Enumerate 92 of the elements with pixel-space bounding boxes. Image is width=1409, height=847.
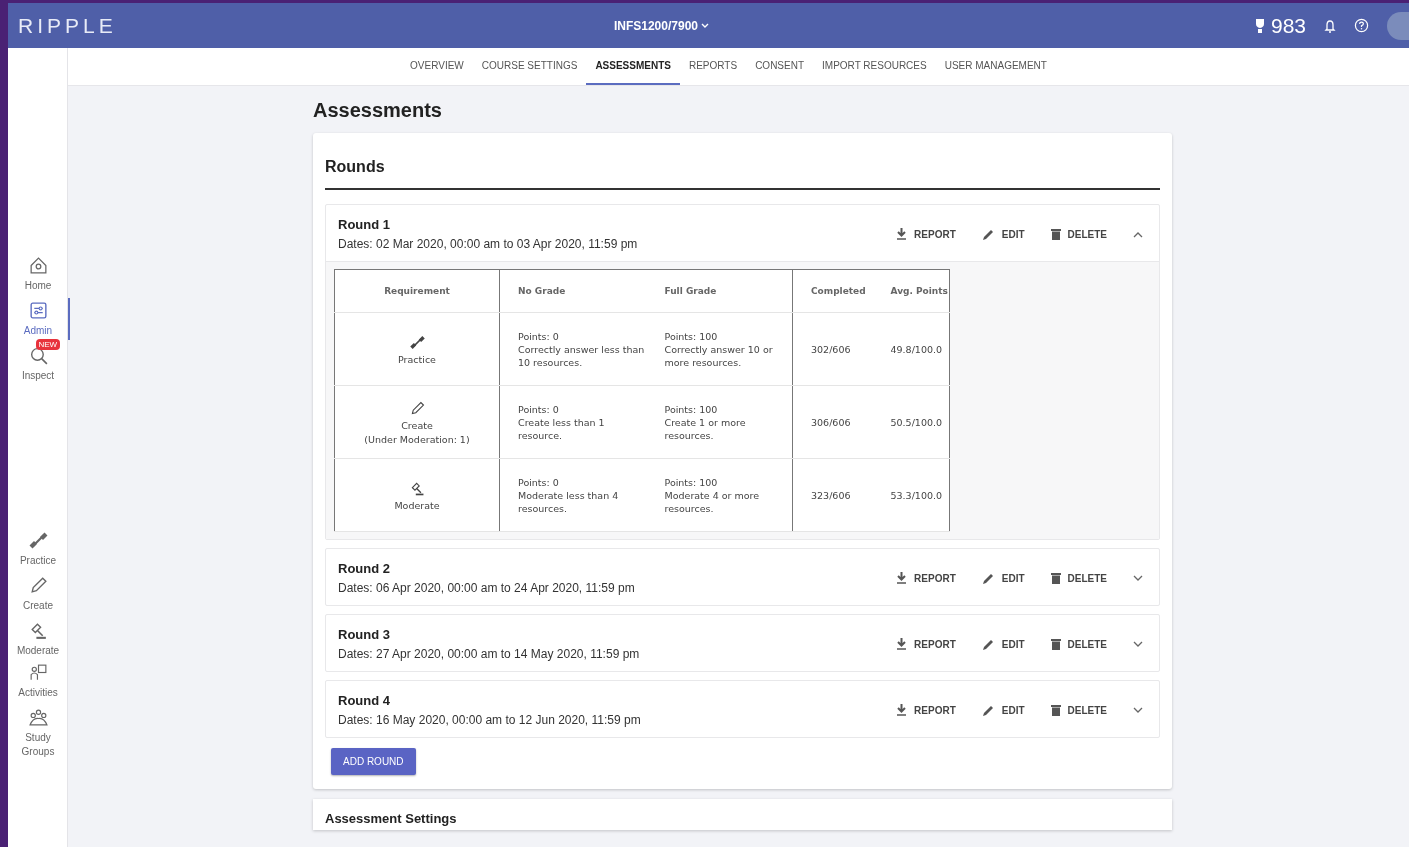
- points-text: Points: 0: [518, 475, 560, 489]
- bell-icon[interactable]: [1324, 18, 1336, 33]
- criteria-text: Create 1 or more resources.: [664, 415, 747, 442]
- table-cell: 49.8/100.0: [890, 343, 943, 355]
- table-cell: 302/606: [811, 343, 851, 355]
- round-title: Round 1: [338, 217, 391, 232]
- people-icon: [27, 707, 49, 728]
- add-round-button[interactable]: ADD ROUND: [331, 748, 416, 775]
- points-text: Points: 0: [518, 329, 560, 343]
- points-count: 983: [1270, 13, 1306, 38]
- column-header: Full Grade: [646, 269, 793, 313]
- column-header: Requirement: [334, 269, 500, 313]
- card-title: Rounds: [325, 158, 1160, 190]
- table-cell: 323/606: [811, 489, 851, 501]
- nav-item[interactable]: Activities: [8, 660, 68, 702]
- chevron-down-icon: [701, 22, 709, 29]
- round-action-button[interactable]: DELETE: [1050, 638, 1107, 650]
- round-title: Round 4: [338, 693, 391, 708]
- trash-icon: [1050, 704, 1061, 716]
- help-icon[interactable]: [1354, 18, 1369, 33]
- nav-tab[interactable]: COURSE SETTINGS: [472, 48, 587, 85]
- round-title: Round 3: [338, 627, 391, 642]
- trophy-icon: [1254, 17, 1265, 34]
- round-action-button[interactable]: DELETE: [1050, 228, 1107, 240]
- card-title: Assessment Settings: [325, 811, 458, 826]
- sliders-icon: [27, 300, 49, 321]
- new-badge: NEW: [35, 339, 61, 350]
- nav-item[interactable]: Create: [8, 573, 68, 615]
- pencil-icon: [981, 703, 995, 717]
- round-dates: Dates: 16 May 2020, 00:00 am to 12 Jun 2020, 11:59 pm: [338, 713, 641, 727]
- nav-tab[interactable]: ASSESSMENTS: [586, 48, 680, 85]
- round-action-button[interactable]: EDIT: [981, 227, 1025, 241]
- nav-item[interactable]: Study Groups: [8, 705, 68, 761]
- criteria-text: Correctly answer less than 10 resources.: [518, 342, 646, 369]
- download-icon: [896, 704, 908, 716]
- nav-tab[interactable]: OVERVIEW: [401, 48, 473, 85]
- requirement-note: (Under Moderation: 1): [364, 433, 470, 445]
- trash-icon: [1050, 228, 1061, 240]
- page-title: Assessments: [313, 99, 443, 122]
- download-icon: [896, 228, 908, 240]
- nav-item[interactable]: Practice: [8, 528, 68, 570]
- round-action-button[interactable]: EDIT: [981, 703, 1025, 717]
- round-action-button[interactable]: REPORT: [896, 704, 956, 716]
- points-text: Points: 100: [664, 475, 719, 489]
- round-action-button[interactable]: EDIT: [981, 637, 1025, 651]
- requirement-label: Practice: [398, 353, 436, 365]
- table-cell: 306/606: [811, 416, 851, 428]
- round-action-button[interactable]: DELETE: [1050, 572, 1107, 584]
- criteria-text: Create less than 1 resource.: [518, 415, 606, 442]
- points-text: Points: 0: [518, 402, 560, 416]
- criteria-text: Moderate less than 4 resources.: [518, 488, 620, 515]
- nav-tab[interactable]: IMPORT RESOURCES: [813, 48, 936, 85]
- dumbbell-icon: [27, 530, 49, 551]
- round-action-button[interactable]: REPORT: [896, 638, 956, 650]
- table-cell: 50.5/100.0: [890, 416, 943, 428]
- round-title: Round 2: [338, 561, 391, 576]
- download-icon: [896, 638, 908, 650]
- course-selector[interactable]: INFS1200/7900: [613, 18, 709, 33]
- nav-item[interactable]: Home: [8, 253, 68, 295]
- nav-tab[interactable]: CONSENT: [746, 48, 814, 85]
- round-dates: Dates: 06 Apr 2020, 00:00 am to 24 Apr 2020, 11:59 pm: [338, 581, 635, 595]
- download-icon: [896, 572, 908, 584]
- points-text: Points: 100: [664, 329, 719, 343]
- chevron-icon[interactable]: [1133, 230, 1143, 238]
- criteria-text: Correctly answer 10 or more resources.: [664, 342, 774, 369]
- round-action-button[interactable]: REPORT: [896, 572, 956, 584]
- requirement-label: Create: [401, 419, 433, 431]
- requirement-label: Moderate: [394, 499, 440, 511]
- pencil-icon: [981, 571, 995, 585]
- round-action-button[interactable]: DELETE: [1050, 704, 1107, 716]
- round-dates: Dates: 02 Mar 2020, 00:00 am to 03 Apr 2020, 11:59 pm: [338, 237, 638, 251]
- pencil-icon: [981, 227, 995, 241]
- trash-icon: [1050, 638, 1061, 650]
- points-text: Points: 100: [664, 402, 719, 416]
- round-action-button[interactable]: EDIT: [981, 571, 1025, 585]
- table-cell: 53.3/100.0: [890, 489, 943, 501]
- column-header: Completed: [792, 269, 873, 313]
- round-action-button[interactable]: REPORT: [896, 228, 956, 240]
- dumbbell-icon: [408, 333, 426, 351]
- chevron-icon[interactable]: [1133, 640, 1143, 648]
- chevron-icon[interactable]: [1133, 574, 1143, 582]
- column-header: Avg. Points: [872, 269, 950, 313]
- column-header: No Grade: [499, 269, 647, 313]
- app-logo[interactable]: RIPPLE: [18, 13, 318, 38]
- criteria-text: Moderate 4 or more resources.: [664, 488, 761, 515]
- nav-item[interactable]: Moderate: [8, 618, 68, 660]
- nav-tab[interactable]: REPORTS: [679, 48, 747, 85]
- nav-tab[interactable]: USER MANAGEMENT: [935, 48, 1056, 85]
- trash-icon: [1050, 572, 1061, 584]
- chevron-icon[interactable]: [1133, 706, 1143, 714]
- pencil-icon: [981, 637, 995, 651]
- round-dates: Dates: 27 Apr 2020, 00:00 am to 14 May 2020, 11:59 pm: [338, 647, 640, 661]
